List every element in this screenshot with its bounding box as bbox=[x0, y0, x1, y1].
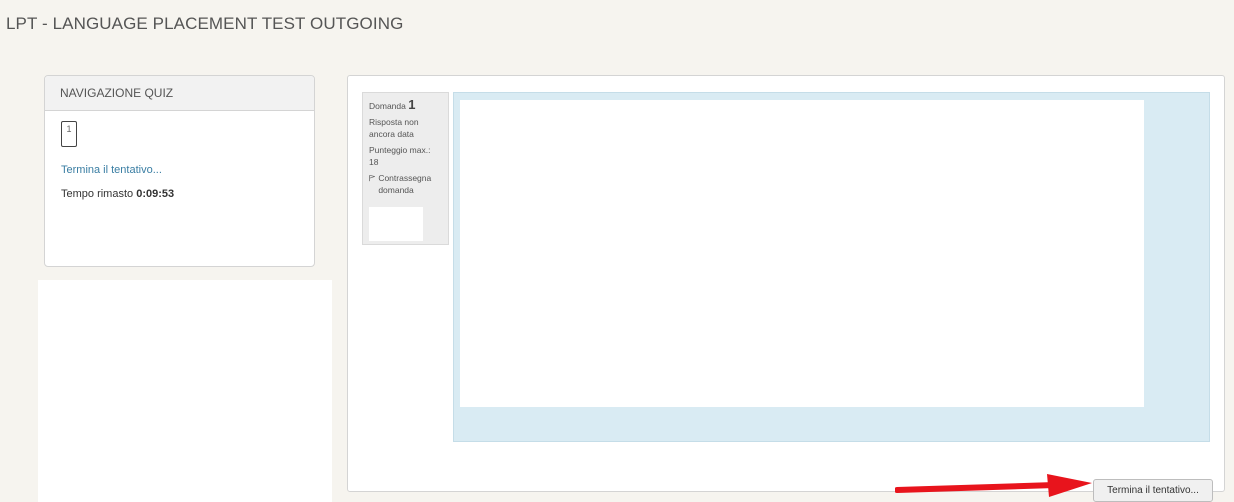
flag-icon bbox=[369, 174, 376, 182]
question-nav-button-1[interactable]: 1 bbox=[61, 121, 77, 147]
flag-question-toggle[interactable]: Contrassegna domanda bbox=[369, 172, 442, 196]
sidebar-blank-area bbox=[38, 280, 332, 502]
quiz-navigation-block: NAVIGAZIONE QUIZ 1 Termina il tentativo.… bbox=[44, 75, 315, 267]
question-formulation-area bbox=[453, 92, 1210, 442]
time-left-label: Tempo rimasto bbox=[61, 188, 134, 200]
page-title: LPT - LANGUAGE PLACEMENT TEST OUTGOING bbox=[6, 14, 404, 33]
question-status: Risposta non ancora data bbox=[369, 117, 419, 139]
time-left: Tempo rimasto 0:09:53 bbox=[61, 188, 174, 200]
question-number-value: 1 bbox=[408, 97, 416, 112]
flag-question-label: Contrassegna domanda bbox=[378, 173, 432, 195]
question-info-blank-area bbox=[369, 207, 423, 241]
quiz-navigation-header: NAVIGAZIONE QUIZ bbox=[45, 76, 314, 111]
question-info-panel: Domanda 1 Risposta non ancora data Punte… bbox=[362, 92, 449, 245]
finish-attempt-link[interactable]: Termina il tentativo... bbox=[61, 164, 162, 176]
finish-attempt-button[interactable]: Termina il tentativo... bbox=[1093, 479, 1213, 502]
question-content-area bbox=[460, 100, 1144, 407]
question-label: Domanda bbox=[369, 101, 406, 111]
question-number: Domanda 1 bbox=[369, 97, 442, 112]
question-max-points: Punteggio max.: 18 bbox=[369, 145, 431, 167]
timer-blank-area bbox=[61, 210, 221, 248]
time-left-value: 0:09:53 bbox=[136, 188, 175, 200]
red-arrow-annotation bbox=[895, 474, 1092, 497]
